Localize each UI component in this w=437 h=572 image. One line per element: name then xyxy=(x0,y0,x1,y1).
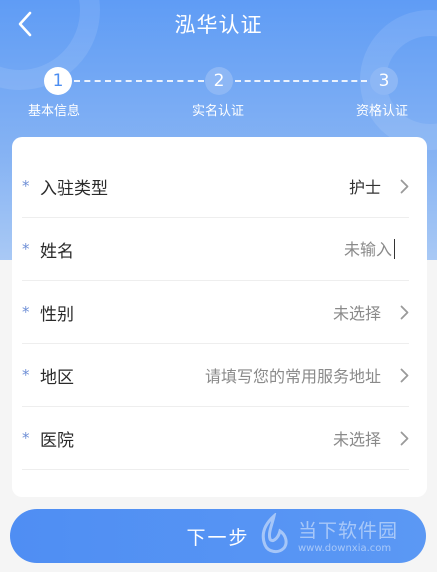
step-2-label: 实名认证 xyxy=(192,104,245,119)
required-mark: * xyxy=(22,365,30,384)
form-row-region[interactable]: * 地区 请填写您的常用服务地址 xyxy=(22,344,409,407)
page-title: 泓华认证 xyxy=(174,13,263,37)
form-row-hospital[interactable]: * 医院 未选择 xyxy=(22,407,409,470)
step-3-label: 资格认证 xyxy=(356,104,409,119)
watermark: 当下软件园 www.downxia.com xyxy=(256,505,426,565)
field-label: 入驻类型 xyxy=(40,178,108,199)
step-3-indicator: 3 xyxy=(370,67,398,95)
step-number: 2 xyxy=(213,71,225,91)
watermark-text: 当下软件园 xyxy=(298,520,399,542)
field-label: 医院 xyxy=(40,430,74,451)
text-cursor xyxy=(394,239,395,259)
name-input[interactable] xyxy=(192,239,392,259)
field-label: 性别 xyxy=(40,304,74,325)
field-value: 未选择 xyxy=(332,304,381,323)
chevron-right-icon xyxy=(395,179,409,194)
chevron-right-icon xyxy=(395,431,409,446)
step-1-indicator: 1 xyxy=(44,67,72,95)
form-card: * 入驻类型 护士 * 姓名 * 性别 未选择 * 地区 请填写您的常用服务地址… xyxy=(12,137,427,497)
step-1-label: 基本信息 xyxy=(28,104,81,119)
field-label: 姓名 xyxy=(40,241,74,262)
next-step-label: 下一步 xyxy=(186,526,250,549)
watermark-logo-icon xyxy=(261,513,288,554)
form-row-gender[interactable]: * 性别 未选择 xyxy=(22,281,409,344)
step-number: 1 xyxy=(52,71,64,91)
field-label: 地区 xyxy=(40,367,74,388)
field-value: 请填写您的常用服务地址 xyxy=(204,367,381,386)
step-2-indicator: 2 xyxy=(205,67,233,95)
form-row-join-type[interactable]: * 入驻类型 护士 xyxy=(22,155,409,218)
step-connector xyxy=(74,80,204,82)
required-mark: * xyxy=(22,239,30,258)
required-mark: * xyxy=(22,176,30,195)
field-value: 护士 xyxy=(348,178,381,197)
field-value: 未选择 xyxy=(332,430,381,449)
required-mark: * xyxy=(22,302,30,321)
chevron-right-icon xyxy=(395,305,409,320)
chevron-right-icon xyxy=(395,368,409,383)
step-connector xyxy=(235,80,367,82)
form-row-name[interactable]: * 姓名 xyxy=(22,218,409,281)
step-number: 3 xyxy=(378,71,390,91)
watermark-url: www.downxia.com xyxy=(298,543,392,554)
required-mark: * xyxy=(22,428,30,447)
